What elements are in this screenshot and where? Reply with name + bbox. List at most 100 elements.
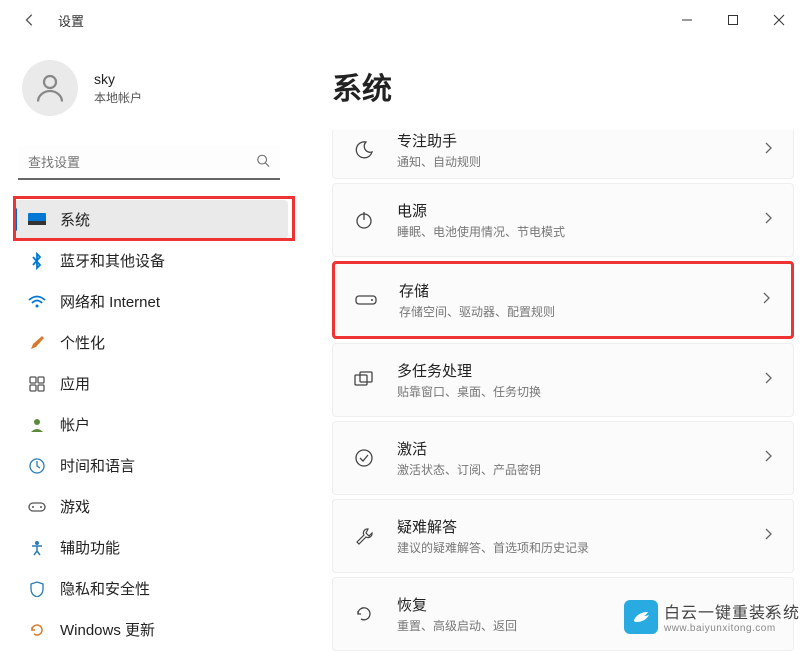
sidebar-item-personalization[interactable]: 个性化 [14,323,288,362]
settings-list: 专注助手 通知、自动规则 电源 睡眠、电池使用情况、节电模式 存储 存储空间、驱… [332,130,794,651]
chevron-right-icon [761,291,771,310]
sidebar-item-label: 应用 [60,373,90,394]
window-title: 设置 [58,11,84,30]
shield-icon [28,580,46,598]
watermark-texts: 白云一键重装系统 www.baiyunxitong.com [664,599,800,634]
moon-icon [353,139,375,161]
setting-texts: 多任务处理 贴靠窗口、桌面、任务切换 [397,360,763,400]
globe-clock-icon [28,457,46,475]
setting-texts: 存储 存储空间、驱动器、配置规则 [399,280,761,320]
setting-texts: 电源 睡眠、电池使用情况、节电模式 [397,200,763,240]
page-title: 系统 [332,64,794,108]
watermark-title: 白云一键重装系统 [664,599,800,623]
setting-title: 专注助手 [397,130,763,151]
setting-title: 激活 [397,438,763,459]
sidebar-item-bluetooth[interactable]: 蓝牙和其他设备 [14,241,288,280]
maximize-button[interactable] [710,4,756,36]
chevron-right-icon [763,449,773,468]
multitask-icon [353,369,375,391]
sidebar-item-accessibility[interactable]: 辅助功能 [14,528,288,567]
sidebar-item-label: 隐私和安全性 [60,578,150,599]
setting-desc: 睡眠、电池使用情况、节电模式 [397,223,763,240]
setting-texts: 疑难解答 建议的疑难解答、首选项和历史记录 [397,516,763,556]
power-icon [353,209,375,231]
search-wrap [18,146,280,180]
sidebar-item-label: Windows 更新 [60,619,155,640]
chevron-right-icon [763,141,773,160]
apps-icon [28,375,46,393]
wifi-icon [28,293,46,311]
person-icon [32,70,68,106]
sidebar-item-privacy[interactable]: 隐私和安全性 [14,569,288,608]
chevron-right-icon [763,211,773,230]
setting-desc: 通知、自动规则 [397,153,763,170]
brush-icon [28,334,46,352]
sidebar: sky 本地帐户 系统 蓝牙和其他设备 网络和 Internet [0,40,300,640]
setting-title: 电源 [397,200,763,221]
sidebar-item-label: 时间和语言 [60,455,135,476]
back-arrow-icon [23,13,37,27]
sidebar-item-accounts[interactable]: 帐户 [14,405,288,444]
bluetooth-icon [28,252,46,270]
minimize-icon [681,14,693,26]
setting-multitasking[interactable]: 多任务处理 贴靠窗口、桌面、任务切换 [332,343,794,417]
sidebar-item-system[interactable]: 系统 [14,200,288,239]
setting-desc: 建议的疑难解答、首选项和历史记录 [397,539,763,556]
sidebar-item-time-language[interactable]: 时间和语言 [14,446,288,485]
sidebar-item-gaming[interactable]: 游戏 [14,487,288,526]
setting-texts: 激活 激活状态、订阅、产品密钥 [397,438,763,478]
watermark-url: www.baiyunxitong.com [664,623,800,634]
close-button[interactable] [756,4,802,36]
sidebar-item-apps[interactable]: 应用 [14,364,288,403]
sidebar-item-label: 帐户 [60,414,90,435]
chevron-right-icon [763,371,773,390]
chevron-right-icon [763,527,773,546]
sidebar-item-label: 网络和 Internet [60,291,160,312]
sidebar-item-network[interactable]: 网络和 Internet [14,282,288,321]
sidebar-item-update[interactable]: Windows 更新 [14,610,288,649]
user-type: 本地帐户 [94,89,142,106]
minimize-button[interactable] [664,4,710,36]
setting-desc: 激活状态、订阅、产品密钥 [397,461,763,478]
sidebar-item-label: 辅助功能 [60,537,120,558]
window-controls [664,4,802,36]
watermark: 白云一键重装系统 www.baiyunxitong.com [624,599,800,634]
setting-power[interactable]: 电源 睡眠、电池使用情况、节电模式 [332,183,794,257]
storage-icon [355,289,377,311]
setting-title: 疑难解答 [397,516,763,537]
nav-list: 系统 蓝牙和其他设备 网络和 Internet 个性化 应用 帐户 [14,200,288,649]
setting-texts: 专注助手 通知、自动规则 [397,130,763,170]
account-icon [28,416,46,434]
setting-title: 多任务处理 [397,360,763,381]
display-icon [28,211,46,229]
user-name: sky [94,71,142,87]
user-block[interactable]: sky 本地帐户 [14,50,288,136]
avatar [22,60,78,116]
setting-desc: 存储空间、驱动器、配置规则 [399,303,761,320]
setting-title: 存储 [399,280,761,301]
update-icon [28,621,46,639]
sidebar-item-label: 游戏 [60,496,90,517]
wrench-icon [353,525,375,547]
check-circle-icon [353,447,375,469]
setting-focus-assist[interactable]: 专注助手 通知、自动规则 [332,130,794,179]
search-icon [256,154,270,173]
search-input[interactable] [18,146,280,180]
back-button[interactable] [14,4,46,36]
setting-storage[interactable]: 存储 存储空间、驱动器、配置规则 [332,261,794,339]
sidebar-item-label: 系统 [60,209,90,230]
gamepad-icon [28,498,46,516]
setting-desc: 贴靠窗口、桌面、任务切换 [397,383,763,400]
close-icon [773,14,785,26]
accessibility-icon [28,539,46,557]
user-texts: sky 本地帐户 [94,71,142,106]
maximize-icon [727,14,739,26]
recovery-icon [353,603,375,625]
sidebar-item-label: 个性化 [60,332,105,353]
main-content: 系统 专注助手 通知、自动规则 电源 睡眠、电池使用情况、节电模式 [300,40,810,640]
sidebar-item-label: 蓝牙和其他设备 [60,250,165,271]
setting-troubleshoot[interactable]: 疑难解答 建议的疑难解答、首选项和历史记录 [332,499,794,573]
titlebar: 设置 [0,0,810,40]
bird-icon [630,606,652,628]
setting-activation[interactable]: 激活 激活状态、订阅、产品密钥 [332,421,794,495]
